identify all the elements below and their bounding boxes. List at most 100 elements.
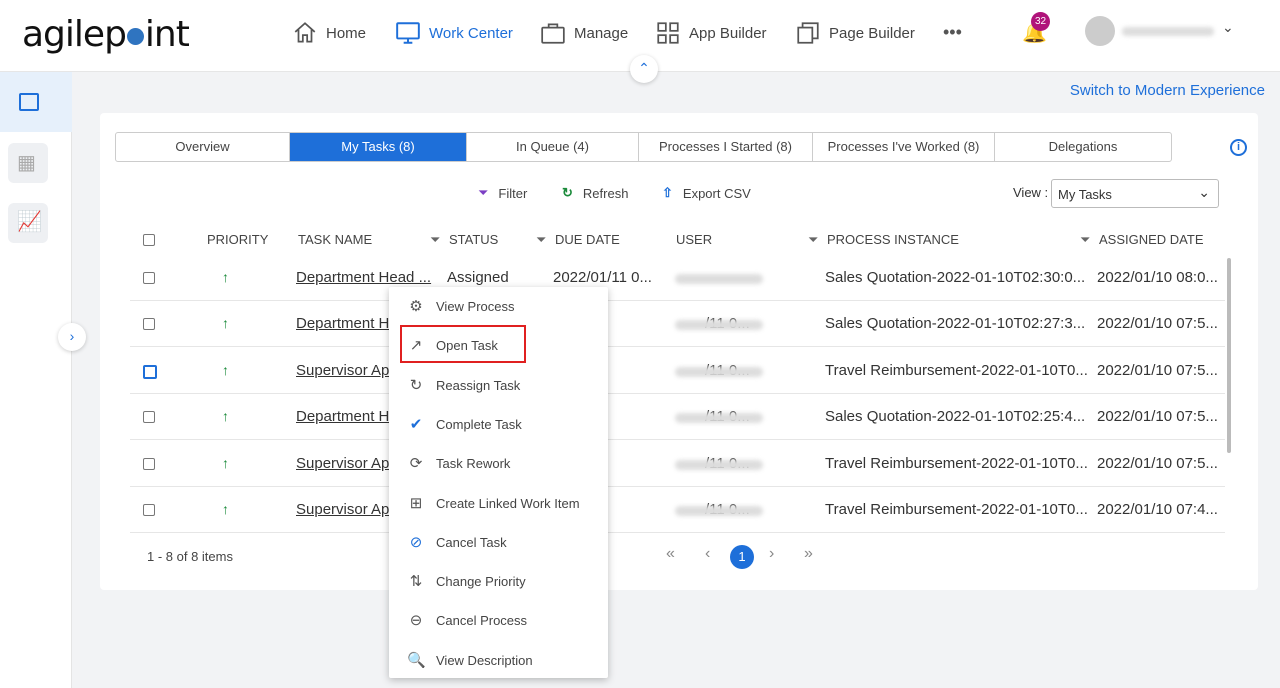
menu-item-cancel-task[interactable]: ⊘ Cancel Task [389,527,608,557]
view-select[interactable]: My Tasks ⌄ [1051,179,1219,208]
table-row[interactable]: ↑ Supervisor Ap /11 0... Travel Reimburs… [130,348,1225,394]
assigned-date: 2022/01/10 07:5... [1097,408,1218,425]
assigned-date: 2022/01/10 07:5... [1097,362,1218,379]
assigned-date: 2022/01/10 07:5... [1097,315,1218,332]
priority-up-icon: ↑ [222,455,229,471]
export-csv-button[interactable]: ⇧ Export CSV [662,185,751,201]
filter-icon[interactable]: ⏷ [808,232,818,248]
table-row[interactable]: ↑ Department H /11 0... Sales Quotation-… [130,394,1225,440]
menu-item-create-linked-work-item[interactable]: ⊞ Create Linked Work Item [389,488,608,518]
last-page-button[interactable]: » [804,545,813,563]
table-row[interactable]: ↑ Supervisor Ap /11 0... Travel Reimburs… [130,487,1225,533]
menu-item-complete-task[interactable]: ✔ Complete Task [389,409,608,439]
sidebar-item-dashboard[interactable]: ▦ [8,143,48,183]
expand-sidebar-button[interactable]: › [58,323,86,351]
filter-icon: ⏷ [478,185,489,200]
tab-in-queue[interactable]: In Queue (4) [467,133,639,161]
tab-bar: Overview My Tasks (8) In Queue (4) Proce… [115,132,1172,162]
priority-swap-icon: ⇅ [409,573,423,591]
avatar[interactable] [1085,16,1115,46]
switch-modern-link[interactable]: Switch to Modern Experience [1070,82,1265,99]
filter-icon[interactable]: ⏷ [536,232,546,248]
header-status[interactable]: STATUS [449,232,498,247]
view-label: View : [1013,185,1049,200]
task-name-link[interactable]: Supervisor Ap [296,501,389,518]
page-1-button[interactable]: 1 [730,545,754,569]
chevron-down-icon: ⌄ [1198,184,1210,200]
cancel-icon: ⊘ [409,533,423,551]
linked-item-icon: ⊞ [409,494,423,512]
monitor-icon [396,22,420,44]
table-row[interactable]: ↑ Department H /11 0... Sales Quotation-… [130,301,1225,347]
first-page-button[interactable]: « [666,545,675,563]
menu-item-change-priority[interactable]: ⇅ Change Priority [389,566,608,596]
more-menu-button[interactable]: ••• [943,22,962,43]
open-task-highlight [400,325,526,363]
items-count: 1 - 8 of 8 items [147,549,233,564]
tab-processes-worked[interactable]: Processes I've Worked (8) [813,133,995,161]
table-row[interactable]: ↑ Department Head ... Assigned 2022/01/1… [130,255,1225,301]
row-checkbox[interactable] [143,504,155,516]
sidebar-item-inbox[interactable] [0,72,72,132]
assigned-date: 2022/01/10 07:4... [1097,501,1218,518]
menu-item-cancel-process[interactable]: ⊖ Cancel Process [389,605,608,635]
row-checkbox[interactable] [143,272,155,284]
row-checkbox[interactable] [143,411,155,423]
grid-icon [657,22,679,44]
menu-item-task-rework[interactable]: ⟳ Task Rework [389,448,608,478]
header-task-name[interactable]: TASK NAME [298,232,372,247]
nav-app-builder[interactable]: App Builder [655,20,767,46]
nav-page-builder[interactable]: Page Builder [795,20,915,46]
header-process-instance[interactable]: PROCESS INSTANCE [827,232,959,247]
task-name-link[interactable]: Department Head ... [296,269,431,286]
prev-page-button[interactable]: ‹ [705,545,710,563]
row-checkbox[interactable] [143,365,157,379]
tab-processes-started[interactable]: Processes I Started (8) [639,133,813,161]
nav-work-center[interactable]: Work Center [395,20,513,46]
user-blurred [675,274,763,284]
header-user[interactable]: USER [676,232,712,247]
task-name-link[interactable]: Department H [296,315,389,332]
row-checkbox[interactable] [143,458,155,470]
task-name-link[interactable]: Supervisor Ap [296,362,389,379]
table-row[interactable]: ↑ Supervisor Ap /11 0... Travel Reimburs… [130,441,1225,487]
agilepoint-logo[interactable]: agilep int [22,14,190,55]
process-instance: Sales Quotation-2022-01-10T02:27:3... [825,315,1086,332]
user-name-blurred [1122,27,1214,36]
priority-up-icon: ↑ [222,315,229,331]
rework-icon: ⟳ [409,455,423,473]
info-icon[interactable]: i [1230,139,1247,156]
sidebar-item-reports[interactable]: 📈 [8,203,48,243]
chevron-down-icon[interactable]: ⌄ [1222,19,1234,36]
next-page-button[interactable]: › [769,545,774,563]
view-process-icon: ⚙ [409,298,423,315]
nav-home[interactable]: Home [292,20,366,46]
check-icon: ✔ [409,415,423,433]
task-name-link[interactable]: Department H [296,408,389,425]
refresh-button[interactable]: ↻ Refresh [562,185,628,201]
header-due-date[interactable]: DUE DATE [555,232,620,247]
user-blurred [675,506,763,516]
tab-my-tasks[interactable]: My Tasks (8) [290,133,467,161]
priority-up-icon: ↑ [222,501,229,517]
collapse-header-button[interactable]: ⌃ [630,55,658,83]
user-blurred [675,460,763,470]
priority-up-icon: ↑ [222,362,229,378]
process-instance: Sales Quotation-2022-01-10T02:30:0... [825,269,1086,286]
tab-overview[interactable]: Overview [116,133,290,161]
priority-up-icon: ↑ [222,408,229,424]
filter-icon[interactable]: ⏷ [430,232,440,248]
header-assigned-date[interactable]: ASSIGNED DATE [1099,232,1204,247]
task-name-link[interactable]: Supervisor Ap [296,455,389,472]
table-scrollbar[interactable] [1227,258,1231,453]
header-priority[interactable]: PRIORITY [207,232,268,247]
nav-manage[interactable]: Manage [540,20,628,46]
menu-item-view-description[interactable]: 🔍 View Description [389,645,608,675]
menu-item-view-process[interactable]: ⚙ View Process [389,291,608,321]
filter-button[interactable]: ⏷ Filter [478,185,527,201]
select-all-checkbox[interactable] [143,234,155,246]
row-checkbox[interactable] [143,318,155,330]
menu-item-reassign-task[interactable]: ↻ Reassign Task [389,370,608,400]
tab-delegations[interactable]: Delegations [995,133,1171,161]
filter-icon[interactable]: ⏷ [1080,232,1090,248]
